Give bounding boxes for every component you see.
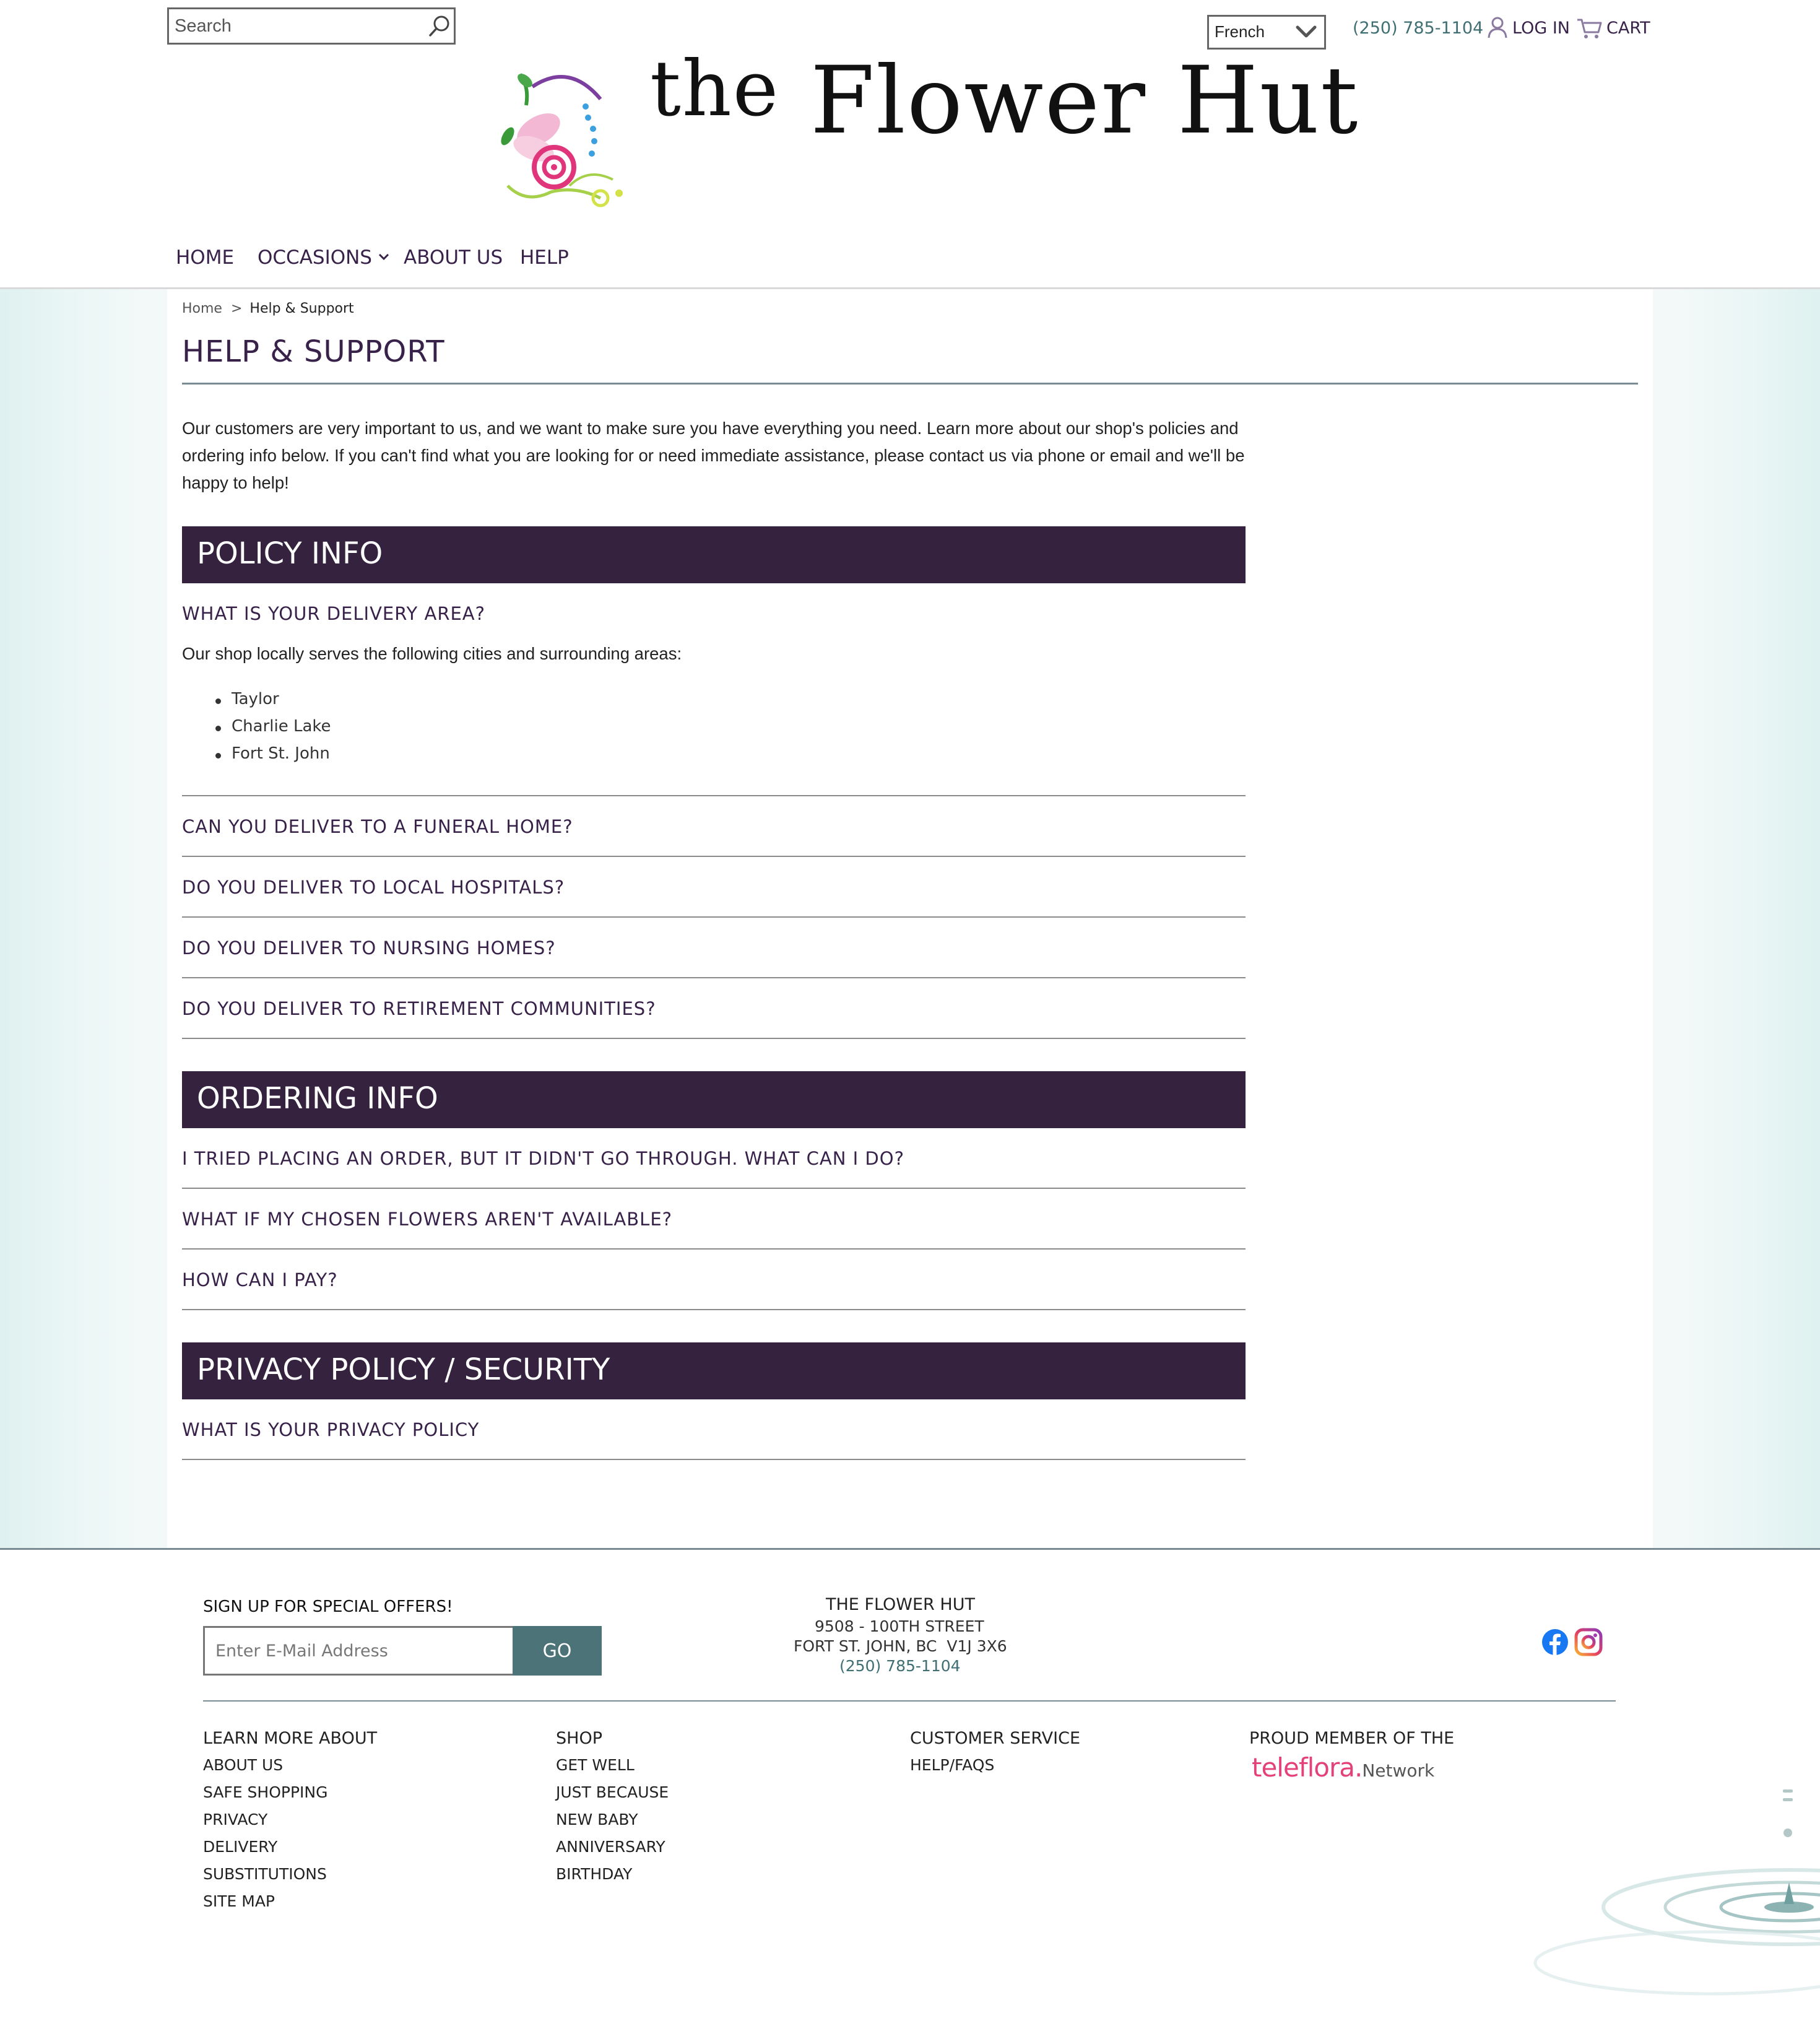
logo-the: the [650, 45, 780, 134]
faq-divider [182, 1248, 1246, 1250]
footer-link[interactable]: GET WELL [556, 1756, 635, 1774]
facebook-icon[interactable] [1541, 1628, 1569, 1656]
email-input[interactable] [215, 1632, 506, 1669]
faq-divider [182, 1459, 1246, 1460]
logo-wordmark[interactable]: the Flower Hut [650, 45, 1359, 155]
search-icon[interactable] [427, 14, 452, 38]
faq-question-order-failed[interactable]: I TRIED PLACING AN ORDER, BUT IT DIDN'T … [182, 1148, 904, 1169]
logo-name: Flower Hut [810, 47, 1359, 155]
list-item-city: Fort St. John [232, 744, 330, 763]
faq-question-unavailable-flowers[interactable]: WHAT IF MY CHOSEN FLOWERS AREN'T AVAILAB… [182, 1209, 672, 1230]
footer-link[interactable]: JUST BECAUSE [556, 1783, 669, 1801]
faq-question-funeral-home[interactable]: CAN YOU DELIVER TO A FUNERAL HOME? [182, 816, 573, 837]
language-select-value: French [1215, 22, 1265, 41]
faq-question-delivery-area[interactable]: WHAT IS YOUR DELIVERY AREA? [182, 603, 485, 624]
nav-occasions-label: OCCASIONS [258, 246, 372, 269]
section-title-ordering: ORDERING INFO [197, 1081, 438, 1116]
list-bullet [215, 726, 221, 731]
faq-answer-delivery-area: Our shop locally serves the following ci… [182, 644, 682, 663]
faq-question-nursing-homes[interactable]: DO YOU DELIVER TO NURSING HOMES? [182, 937, 556, 959]
breadcrumb-separator: > [230, 301, 243, 316]
faq-divider [182, 856, 1246, 857]
nav-occasions[interactable]: OCCASIONS [258, 246, 389, 269]
list-item-city: Taylor [232, 690, 279, 708]
faq-divider [182, 916, 1246, 918]
breadcrumb-current: Help & Support [249, 301, 354, 316]
footer-learn-heading: LEARN MORE ABOUT [203, 1729, 378, 1748]
footer-link[interactable]: HELP/FAQS [910, 1756, 994, 1774]
faq-question-payment[interactable]: HOW CAN I PAY? [182, 1269, 338, 1290]
faq-question-privacy-policy[interactable]: WHAT IS YOUR PRIVACY POLICY [182, 1419, 479, 1440]
nav-home[interactable]: HOME [176, 246, 234, 269]
logo-flower-icon[interactable] [495, 62, 629, 217]
footer-link[interactable]: ABOUT US [203, 1756, 283, 1774]
footer-address-line1: 9508 - 100TH STREET [815, 1617, 984, 1635]
chevron-down-icon [1296, 25, 1317, 38]
list-item-city: Charlie Lake [232, 717, 331, 736]
section-title-policy: POLICY INFO [197, 536, 383, 571]
footer-phone-link[interactable]: (250) 785-1104 [839, 1657, 961, 1675]
footer-link[interactable]: SAFE SHOPPING [203, 1783, 328, 1801]
footer-link[interactable]: SUBSTITUTIONS [203, 1865, 327, 1883]
footer-shop-heading: SHOP [556, 1729, 602, 1748]
header-phone-link[interactable]: (250) 785-1104 [1353, 19, 1483, 38]
footer-member-heading: PROUD MEMBER OF THE [1249, 1729, 1455, 1748]
signup-go-button[interactable]: GO [513, 1626, 602, 1676]
faq-divider [182, 1309, 1246, 1310]
water-ripple-decoration [1533, 1789, 1820, 1996]
intro-text: Our customers are very important to us, … [182, 419, 1245, 492]
user-icon [1488, 17, 1507, 38]
footer-link[interactable]: SITE MAP [203, 1892, 275, 1910]
cart-link[interactable]: CART [1606, 19, 1650, 38]
footer-link[interactable]: DELIVERY [203, 1838, 277, 1856]
title-divider [182, 383, 1638, 385]
list-bullet [215, 698, 221, 704]
list-bullet [215, 753, 221, 759]
footer-link[interactable]: PRIVACY [203, 1811, 267, 1828]
faq-question-hospitals[interactable]: DO YOU DELIVER TO LOCAL HOSPITALS? [182, 877, 565, 898]
header-divider [0, 287, 1820, 289]
footer-divider [0, 1548, 1820, 1550]
search-input[interactable] [175, 10, 422, 42]
page-title: HELP & SUPPORT [182, 334, 445, 369]
login-link[interactable]: LOG IN [1512, 19, 1570, 38]
footer-link[interactable]: BIRTHDAY [556, 1865, 632, 1883]
signup-label: SIGN UP FOR SPECIAL OFFERS! [203, 1598, 453, 1616]
breadcrumb: Home > Help & Support [182, 301, 354, 316]
teleflora-wordmark: teleflora. [1252, 1752, 1363, 1783]
nav-help[interactable]: HELP [520, 246, 569, 269]
section-title-privacy: PRIVACY POLICY / SECURITY [197, 1352, 610, 1387]
chevron-down-icon [378, 253, 389, 261]
breadcrumb-home[interactable]: Home [182, 301, 222, 316]
faq-divider [182, 1038, 1246, 1039]
footer-link[interactable]: ANNIVERSARY [556, 1838, 665, 1856]
nav-about[interactable]: ABOUT US [404, 246, 503, 269]
footer-address-line2: FORT ST. JOHN, BC V1J 3X6 [794, 1637, 1007, 1655]
faq-divider [182, 795, 1246, 796]
footer-divider [203, 1700, 1616, 1702]
teleflora-network: Network [1362, 1760, 1435, 1781]
teleflora-logo[interactable]: teleflora.Network [1252, 1752, 1434, 1783]
footer-link[interactable]: NEW BABY [556, 1811, 638, 1828]
instagram-icon[interactable] [1574, 1627, 1603, 1657]
faq-question-retirement[interactable]: DO YOU DELIVER TO RETIREMENT COMMUNITIES… [182, 998, 656, 1019]
cart-icon [1577, 19, 1602, 38]
faq-divider [182, 977, 1246, 978]
faq-divider [182, 1188, 1246, 1189]
footer-shop-name: THE FLOWER HUT [826, 1595, 975, 1614]
footer-service-heading: CUSTOMER SERVICE [910, 1729, 1081, 1748]
